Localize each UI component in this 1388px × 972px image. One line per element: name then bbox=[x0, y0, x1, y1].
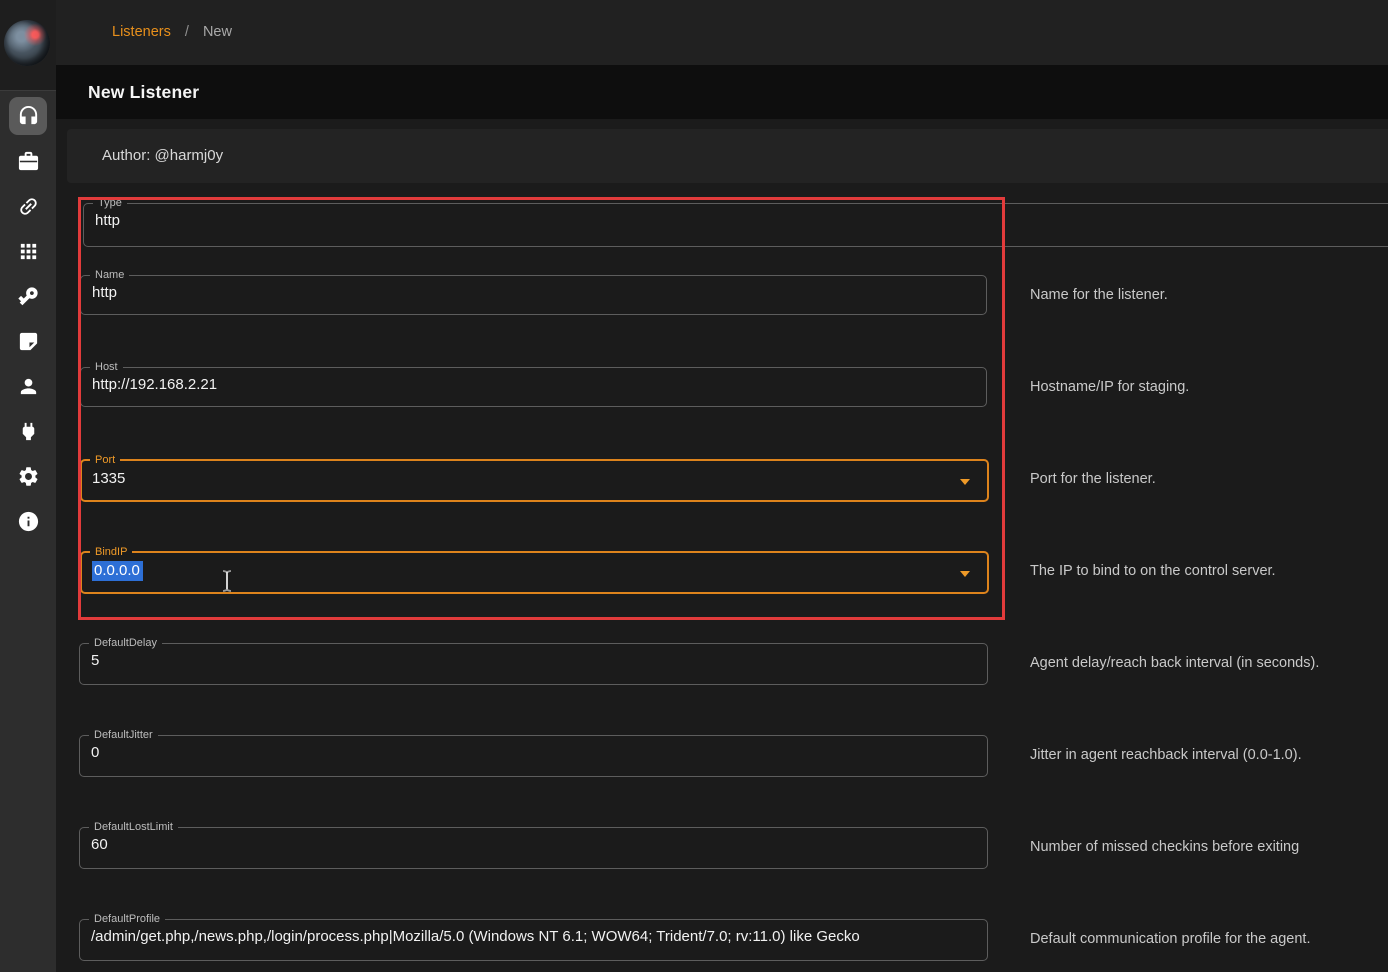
bindip-label: BindIP bbox=[90, 545, 132, 559]
defaultdelay-help-text: Agent delay/reach back interval (in seco… bbox=[1030, 655, 1380, 671]
defaultdelay-label: DefaultDelay bbox=[89, 636, 162, 650]
type-label: Type bbox=[93, 196, 127, 210]
defaultjitter-help-text: Jitter in agent reachback interval (0.0-… bbox=[1030, 747, 1380, 763]
host-label: Host bbox=[90, 360, 123, 374]
info-icon bbox=[17, 510, 40, 533]
grid-icon bbox=[17, 240, 40, 263]
defaultdelay-value: 5 bbox=[91, 652, 99, 669]
name-input[interactable]: Name http bbox=[80, 275, 987, 315]
chevron-down-icon[interactable] bbox=[960, 479, 970, 485]
host-input[interactable]: Host http://192.168.2.21 bbox=[80, 367, 987, 407]
port-select[interactable]: Port 1335 bbox=[80, 459, 989, 502]
sidebar-item-listeners[interactable] bbox=[0, 97, 56, 135]
name-label: Name bbox=[90, 268, 129, 282]
defaultlostlimit-help-text: Number of missed checkins before exiting bbox=[1030, 839, 1380, 855]
type-select[interactable]: Type http bbox=[83, 203, 1388, 247]
breadcrumb-current: New bbox=[203, 24, 232, 40]
gear-icon bbox=[17, 465, 40, 488]
sidebar-item-plugins[interactable] bbox=[0, 412, 56, 450]
defaultdelay-input[interactable]: DefaultDelay 5 bbox=[79, 643, 988, 685]
logo-container bbox=[0, 0, 56, 91]
headset-icon bbox=[17, 105, 40, 128]
defaultprofile-input[interactable]: DefaultProfile /admin/get.php,/news.php,… bbox=[79, 919, 988, 961]
type-value: http bbox=[95, 212, 120, 229]
port-help-text: Port for the listener. bbox=[1030, 471, 1380, 487]
app-window: Listeners / New New Listener bbox=[0, 0, 1388, 972]
host-help-text: Hostname/IP for staging. bbox=[1030, 379, 1380, 395]
sidebar bbox=[0, 0, 56, 972]
name-value: http bbox=[92, 284, 117, 301]
bindip-value: 0.0.0.0 bbox=[92, 562, 143, 579]
defaultprofile-help-text: Default communication profile for the ag… bbox=[1030, 931, 1380, 947]
selected-text: 0.0.0.0 bbox=[92, 561, 143, 581]
breadcrumb-separator: / bbox=[185, 24, 189, 40]
chevron-down-icon[interactable] bbox=[960, 571, 970, 577]
key-icon bbox=[17, 285, 40, 308]
app-logo[interactable] bbox=[4, 20, 50, 66]
defaultjitter-input[interactable]: DefaultJitter 0 bbox=[79, 735, 988, 777]
bindip-select[interactable]: BindIP 0.0.0.0 bbox=[80, 551, 989, 594]
page-title: New Listener bbox=[88, 82, 199, 103]
defaultprofile-value: /admin/get.php,/news.php,/login/process.… bbox=[91, 928, 860, 945]
sidebar-item-modules[interactable] bbox=[0, 232, 56, 270]
host-value: http://192.168.2.21 bbox=[92, 376, 217, 393]
defaultlostlimit-value: 60 bbox=[91, 836, 108, 853]
plug-icon bbox=[17, 420, 40, 443]
sidebar-item-settings[interactable] bbox=[0, 457, 56, 495]
sidebar-item-stagers[interactable] bbox=[0, 142, 56, 180]
bindip-help-text: The IP to bind to on the control server. bbox=[1030, 563, 1380, 579]
sidebar-item-agents[interactable] bbox=[0, 187, 56, 225]
defaultprofile-label: DefaultProfile bbox=[89, 912, 165, 926]
port-label: Port bbox=[90, 453, 120, 467]
breadcrumb-listeners-link[interactable]: Listeners bbox=[112, 24, 171, 40]
sidebar-item-about[interactable] bbox=[0, 502, 56, 540]
name-help-text: Name for the listener. bbox=[1030, 287, 1380, 303]
link-icon bbox=[17, 195, 40, 218]
port-value: 1335 bbox=[92, 470, 125, 487]
sidebar-item-credentials[interactable] bbox=[0, 277, 56, 315]
author-text: Author: @harmj0y bbox=[102, 147, 223, 164]
page-header: New Listener bbox=[56, 65, 1388, 119]
top-bar: Listeners / New bbox=[56, 0, 1388, 65]
note-icon bbox=[17, 330, 40, 353]
author-panel: Author: @harmj0y bbox=[67, 129, 1388, 183]
defaultjitter-value: 0 bbox=[91, 744, 99, 761]
breadcrumb: Listeners / New bbox=[112, 24, 232, 40]
user-icon bbox=[17, 375, 40, 398]
sidebar-item-users[interactable] bbox=[0, 367, 56, 405]
defaultjitter-label: DefaultJitter bbox=[89, 728, 158, 742]
sidebar-item-reporting[interactable] bbox=[0, 322, 56, 360]
briefcase-icon bbox=[17, 150, 40, 173]
defaultlostlimit-label: DefaultLostLimit bbox=[89, 820, 178, 834]
defaultlostlimit-input[interactable]: DefaultLostLimit 60 bbox=[79, 827, 988, 869]
